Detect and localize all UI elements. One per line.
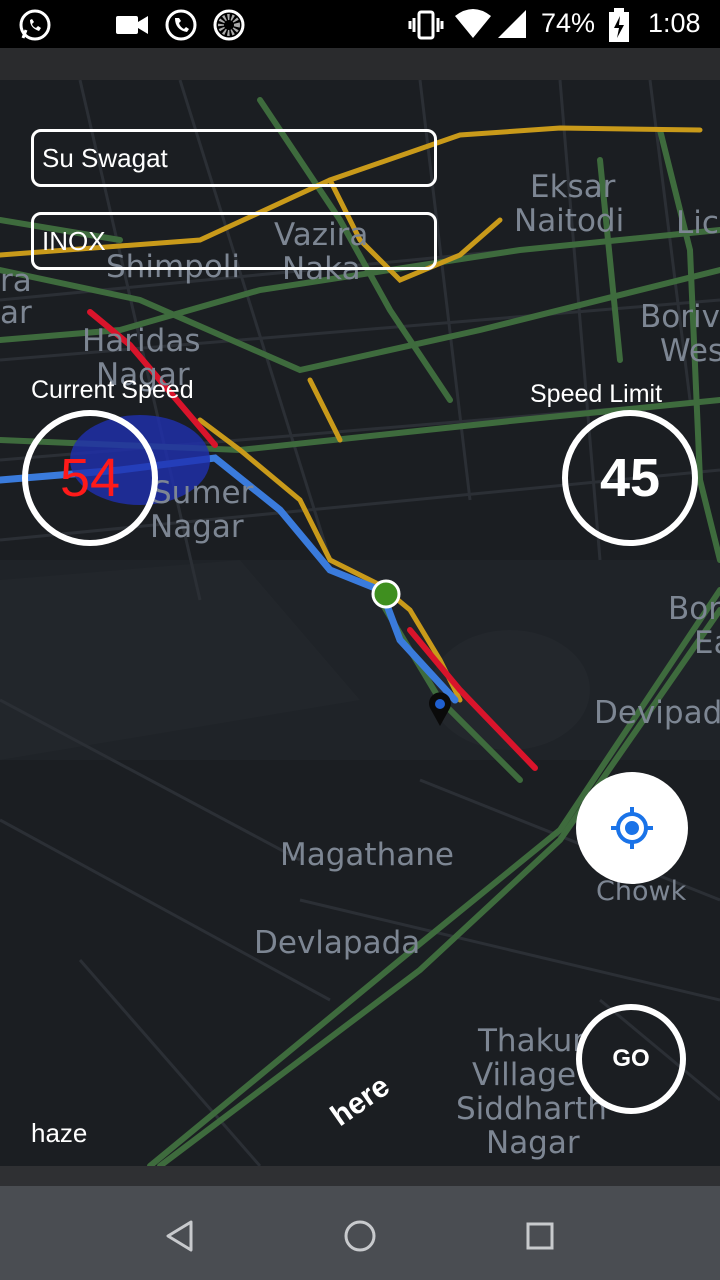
app-top-strip — [0, 48, 720, 80]
map-label: Bor — [668, 591, 720, 627]
home-icon — [344, 1220, 376, 1252]
vibrate-icon — [408, 10, 444, 40]
recents-button[interactable] — [510, 1206, 570, 1266]
clock: 1:08 — [648, 8, 701, 38]
map-label: Haridas — [82, 323, 201, 359]
recents-icon — [526, 1222, 554, 1250]
destination-field[interactable]: INOX — [31, 212, 437, 270]
map-label: Wes — [660, 333, 720, 369]
wifi-icon — [455, 9, 491, 38]
go-button-label: GO — [612, 1045, 650, 1072]
map-label: Lic — [676, 205, 719, 241]
map-label: Magathane — [280, 837, 454, 873]
map-label: Ea — [694, 625, 720, 661]
weather-label: haze — [31, 1118, 88, 1148]
map-label: Village — [472, 1057, 577, 1093]
speed-limit-label: Speed Limit — [530, 380, 663, 408]
whatsapp-icon — [19, 9, 51, 41]
svg-text:here: here — [326, 1070, 396, 1130]
map-label: Nagar — [150, 509, 244, 545]
here-logo: here — [326, 1070, 396, 1130]
my-location-icon — [611, 807, 653, 849]
home-button[interactable] — [330, 1206, 390, 1266]
back-button[interactable] — [150, 1206, 210, 1266]
map-label: Siddharth — [456, 1091, 607, 1127]
map-label: ar — [0, 295, 32, 331]
map-label: Devipad — [594, 695, 720, 731]
map-label: Nagar — [486, 1125, 580, 1161]
loading-icon — [213, 9, 245, 41]
recenter-button[interactable] — [576, 772, 688, 884]
battery-percent: 74% — [541, 8, 596, 38]
current-speed-label: Current Speed — [31, 376, 194, 404]
call-icon — [165, 9, 197, 41]
current-speed-gauge: 54 — [22, 410, 158, 546]
map-label: Sumer — [152, 475, 254, 511]
map-label: Eksar — [530, 169, 616, 205]
map-bottom-strip — [0, 1166, 720, 1186]
status-bar: 74% 1:08 — [0, 0, 720, 48]
map-label: Thakur — [478, 1023, 585, 1059]
map-label: Naitodi — [514, 203, 625, 239]
signal-icon — [498, 10, 526, 38]
origin-field[interactable]: Su Swagat — [31, 129, 437, 187]
current-speed-value: 54 — [59, 448, 121, 508]
speed-limit-value: 45 — [599, 448, 661, 508]
go-button[interactable]: GO — [576, 1004, 686, 1114]
system-nav-bar — [0, 1186, 720, 1280]
battery-charging-icon — [609, 8, 629, 42]
current-location-marker — [371, 579, 401, 609]
back-icon — [166, 1220, 193, 1252]
map-label: Boriv — [640, 299, 720, 335]
map-label: ra — [0, 263, 32, 299]
map-label: Devlapada — [254, 925, 421, 961]
speed-limit-sign: 45 — [562, 410, 698, 546]
video-camera-icon — [116, 16, 148, 34]
destination-pin-icon — [429, 692, 451, 726]
